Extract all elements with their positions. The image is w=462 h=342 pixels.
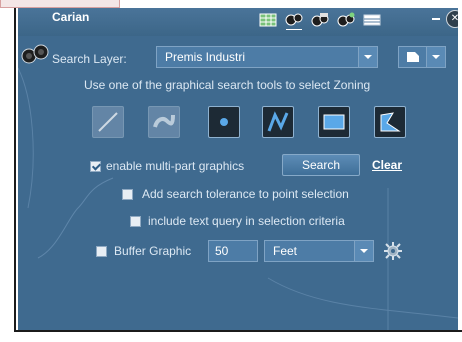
point-tool[interactable] [208, 106, 240, 138]
search-layer-label: Search Layer: [52, 52, 127, 66]
search-layer-value: Premis Industri [165, 50, 246, 64]
instruction-text: Use one of the graphical search tools to… [84, 78, 371, 92]
tolerance-checkbox[interactable] [122, 189, 133, 200]
buffer-checkbox[interactable] [96, 246, 107, 257]
text-query-checkbox[interactable] [130, 216, 141, 227]
freehand-tool[interactable] [148, 106, 180, 138]
polygon-icon [380, 112, 401, 132]
search-layer-select[interactable]: Premis Industri [156, 46, 378, 68]
buffer-unit-value: Feet [273, 244, 298, 258]
frame-border-left [14, 8, 16, 332]
rectangle-tool[interactable] [318, 106, 350, 138]
multipart-label: enable multi-part graphics [106, 159, 245, 173]
window-title: Carian [52, 10, 90, 24]
polygon-tool[interactable] [374, 106, 406, 138]
chevron-down-icon [358, 47, 377, 67]
grid-icon[interactable] [362, 12, 382, 28]
selected-tool-underline [286, 29, 302, 30]
buffer-distance-input[interactable]: 50 [208, 240, 258, 262]
gear-icon[interactable] [384, 242, 402, 260]
point-icon [220, 118, 228, 126]
chevron-down-icon [354, 241, 373, 261]
line-tool[interactable] [92, 106, 124, 138]
clear-link[interactable]: Clear [372, 158, 402, 172]
buffer-label: Buffer Graphic [114, 244, 192, 258]
chevron-down-icon [426, 47, 445, 67]
table-icon[interactable] [258, 12, 278, 28]
search-button[interactable]: Search [282, 154, 360, 176]
binoculars-icon [21, 44, 49, 64]
buffer-unit-select[interactable]: Feet [264, 240, 374, 262]
multipart-checkbox[interactable] [90, 161, 101, 172]
header-toolbar [258, 12, 382, 28]
text-query-label: include text query in selection criteria [148, 214, 345, 228]
frame-border-bottom [14, 330, 462, 332]
measure-icon[interactable] [284, 12, 304, 28]
page-icon [407, 52, 419, 62]
minimize-button[interactable] [432, 18, 440, 20]
polyline-icon [267, 111, 289, 132]
close-icon: ✕ [450, 13, 458, 24]
freehand-icon [153, 114, 175, 128]
rectangle-icon [323, 114, 345, 130]
polyline-tool[interactable] [262, 106, 294, 138]
carian-widget-panel: Carian ✕ Search Layer: Premis Industri U… [18, 8, 458, 330]
layer-options-dropdown[interactable] [398, 46, 446, 68]
line-icon [98, 112, 118, 132]
top-tab-strip [0, 0, 120, 8]
close-button[interactable]: ✕ [446, 10, 458, 28]
layers-icon[interactable] [310, 12, 330, 28]
tolerance-label: Add search tolerance to point selection [142, 187, 349, 201]
query-icon[interactable] [336, 12, 356, 28]
